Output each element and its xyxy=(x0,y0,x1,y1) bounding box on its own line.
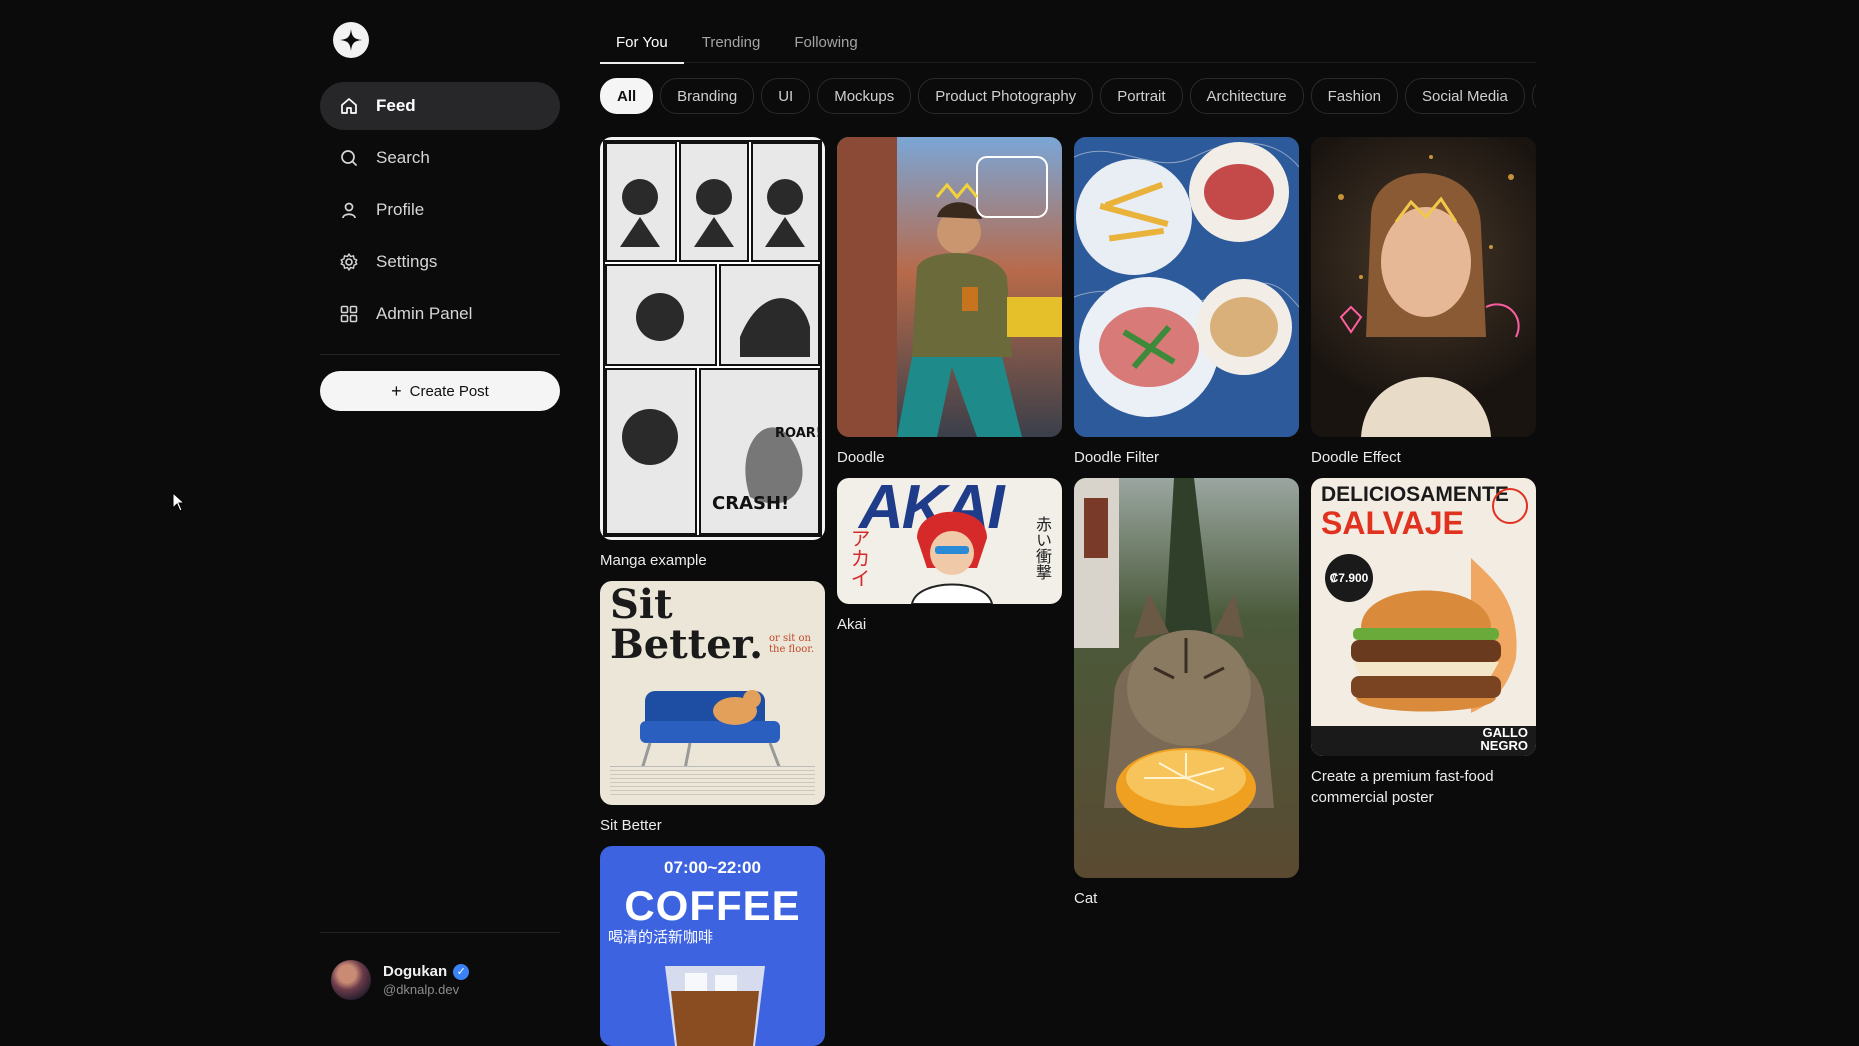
chip-product-photography[interactable]: Product Photography xyxy=(918,78,1094,114)
chip-branding[interactable]: Branding xyxy=(660,78,755,114)
portrait-doodle-image xyxy=(1311,137,1536,437)
post-card-doodle[interactable]: Doodle xyxy=(837,137,1062,468)
user-name: Dogukan xyxy=(383,963,448,980)
post-title: Create a premium fast-food commercial po… xyxy=(1311,768,1494,806)
iced-coffee-graphic xyxy=(665,966,765,1046)
svg-text:CRASH!: CRASH! xyxy=(712,493,789,514)
create-post-button[interactable]: + Create Post xyxy=(320,371,560,411)
sidebar-nav: Feed Search Profile Settings Admin Panel xyxy=(320,82,560,342)
mouse-cursor-icon xyxy=(172,491,186,517)
poster-headline-1: DELICIOSAMENTE xyxy=(1321,483,1509,506)
coffee-poster-image: 07:00~22:00 COFFEE 喝清的活新咖啡 xyxy=(600,846,825,1046)
akai-image: AKAI アカイ 赤い衝撃 xyxy=(837,478,1062,604)
doodle-image xyxy=(837,137,1062,437)
chip-portrait[interactable]: Portrait xyxy=(1100,78,1183,114)
poster-hours: 07:00~22:00 xyxy=(664,858,761,877)
post-title: Doodle Effect xyxy=(1311,449,1401,466)
food-doodle-image xyxy=(1074,137,1299,437)
poster-kanji: 赤い衝撃 xyxy=(1033,516,1052,580)
post-title: Doodle Filter xyxy=(1074,449,1160,466)
post-card-burger-poster[interactable]: DELICIOSAMENTE SALVAJE ₡7.900 GALLO NEGR… xyxy=(1311,478,1536,808)
sparkle-logo-icon xyxy=(340,29,362,51)
post-title: Manga example xyxy=(600,552,707,569)
poster-brand: GALLO NEGRO xyxy=(1480,725,1528,753)
burger-poster-image: DELICIOSAMENTE SALVAJE ₡7.900 GALLO NEGR… xyxy=(1311,478,1536,756)
post-title: Sit Better xyxy=(600,817,662,834)
poster-headline: COFFEE xyxy=(624,882,801,929)
tab-following[interactable]: Following xyxy=(778,20,873,62)
verified-badge-icon: ✓ xyxy=(453,963,470,980)
rooster-logo-icon xyxy=(1492,488,1528,524)
sidebar-item-admin-panel[interactable]: Admin Panel xyxy=(320,290,560,338)
sidebar-item-label: Settings xyxy=(376,252,438,271)
chip-truncated[interactable]: A xyxy=(1531,78,1536,114)
sidebar-divider xyxy=(320,354,560,355)
sidebar-item-settings[interactable]: Settings xyxy=(320,238,560,286)
tab-trending[interactable]: Trending xyxy=(686,20,777,62)
post-title: Akai xyxy=(837,616,867,633)
chip-ui[interactable]: UI xyxy=(761,78,811,114)
user-profile-card[interactable]: Dogukan ✓ @dknalp.dev xyxy=(331,960,470,1000)
sidebar-item-label: Feed xyxy=(376,96,416,115)
gear-icon xyxy=(338,251,360,273)
post-card-doodle-effect[interactable]: Doodle Effect xyxy=(1311,137,1536,468)
chip-mockups[interactable]: Mockups xyxy=(817,78,912,114)
plus-icon: + xyxy=(391,381,402,401)
post-title: Doodle xyxy=(837,449,885,466)
cat-image xyxy=(1074,478,1299,878)
feed-tabs: For You Trending Following xyxy=(600,20,1536,64)
grid-icon xyxy=(338,303,360,325)
svg-text:ROAR!: ROAR! xyxy=(775,426,822,441)
avatar xyxy=(331,960,371,1000)
chair-poster-image: Sit Better. or sit on the floor. xyxy=(600,581,825,805)
sidebar-item-label: Search xyxy=(376,148,430,167)
burger-graphic xyxy=(1351,558,1517,713)
app-logo[interactable] xyxy=(333,22,369,58)
sidebar-divider xyxy=(320,932,560,933)
sidebar-item-feed[interactable]: Feed xyxy=(320,82,560,130)
search-icon xyxy=(338,147,360,169)
chip-fashion[interactable]: Fashion xyxy=(1310,78,1398,114)
sidebar-item-search[interactable]: Search xyxy=(320,134,560,182)
poster-headline-1: Sit xyxy=(610,581,673,628)
chip-architecture[interactable]: Architecture xyxy=(1189,78,1304,114)
poster-subtitle: 喝清的活新咖啡 xyxy=(608,928,714,946)
post-card-coffee[interactable]: 07:00~22:00 COFFEE 喝清的活新咖啡 xyxy=(600,846,825,1046)
manga-image: CRASH! ROAR! xyxy=(600,137,825,540)
poster-kana: アカイ xyxy=(847,528,871,588)
user-handle: @dknalp.dev xyxy=(383,982,460,997)
home-icon xyxy=(338,95,360,117)
post-card-akai[interactable]: AKAI アカイ 赤い衝撃 Akai xyxy=(837,478,1062,635)
create-post-label: Create Post xyxy=(409,382,489,400)
armchair-graphic xyxy=(640,690,782,770)
tab-for-you[interactable]: For You xyxy=(600,20,684,64)
post-card-cat[interactable]: Cat xyxy=(1074,478,1299,909)
sidebar-item-profile[interactable]: Profile xyxy=(320,186,560,234)
category-filter-bar: All Branding UI Mockups Product Photogra… xyxy=(600,78,1536,114)
chip-social-media[interactable]: Social Media xyxy=(1404,78,1525,114)
poster-tagline: or sit on the floor. xyxy=(769,633,815,655)
sidebar-item-label: Admin Panel xyxy=(376,304,473,323)
post-card-sit-better[interactable]: Sit Better. or sit on the floor. Sit Bet… xyxy=(600,581,825,836)
post-card-doodle-filter[interactable]: Doodle Filter xyxy=(1074,137,1299,468)
poster-headline-2: Better. xyxy=(610,621,763,668)
chip-all[interactable]: All xyxy=(600,78,654,114)
user-icon xyxy=(338,199,360,221)
post-title: Cat xyxy=(1074,890,1098,907)
post-card-manga[interactable]: CRASH! ROAR! Manga example xyxy=(600,137,825,571)
poster-headline-2: SALVAJE xyxy=(1321,505,1464,541)
sidebar-item-label: Profile xyxy=(376,200,425,219)
